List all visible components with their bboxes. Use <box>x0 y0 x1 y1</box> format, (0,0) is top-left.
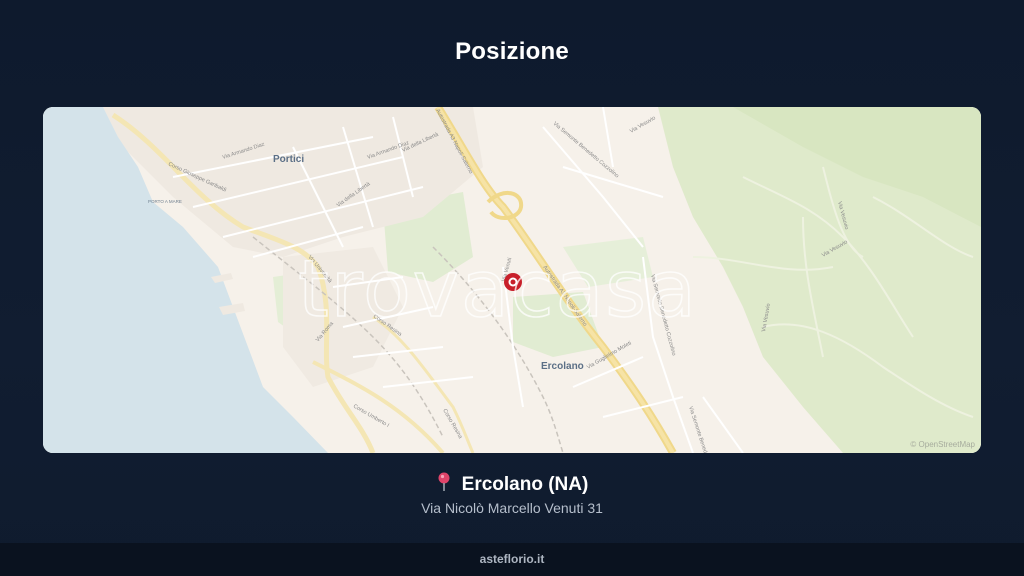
footer-brand[interactable]: asteflorio.it <box>0 552 1024 566</box>
map-view[interactable]: Portici Ercolano PORTO A MARE Corso Gius… <box>43 107 981 453</box>
map-canvas: Portici Ercolano PORTO A MARE Corso Gius… <box>43 107 981 453</box>
map-label-porto: PORTO A MARE <box>148 199 182 204</box>
page-title: Posizione <box>455 38 569 65</box>
location-address: Via Nicolò Marcello Venuti 31 <box>421 500 603 516</box>
location-city: Ercolano (NA) <box>461 474 589 495</box>
footer: asteflorio.it <box>0 543 1024 576</box>
map-attribution: © OpenStreetMap <box>910 440 975 449</box>
page: Posizione Portici Ercolano PORTO A MARE … <box>0 0 1024 576</box>
pin-icon <box>436 472 452 498</box>
map-marker-icon[interactable] <box>504 273 522 291</box>
map-label-ercolano: Ercolano <box>541 361 584 372</box>
map-label-portici: Portici <box>273 154 304 165</box>
location-title: Ercolano (NA) <box>0 472 1024 498</box>
